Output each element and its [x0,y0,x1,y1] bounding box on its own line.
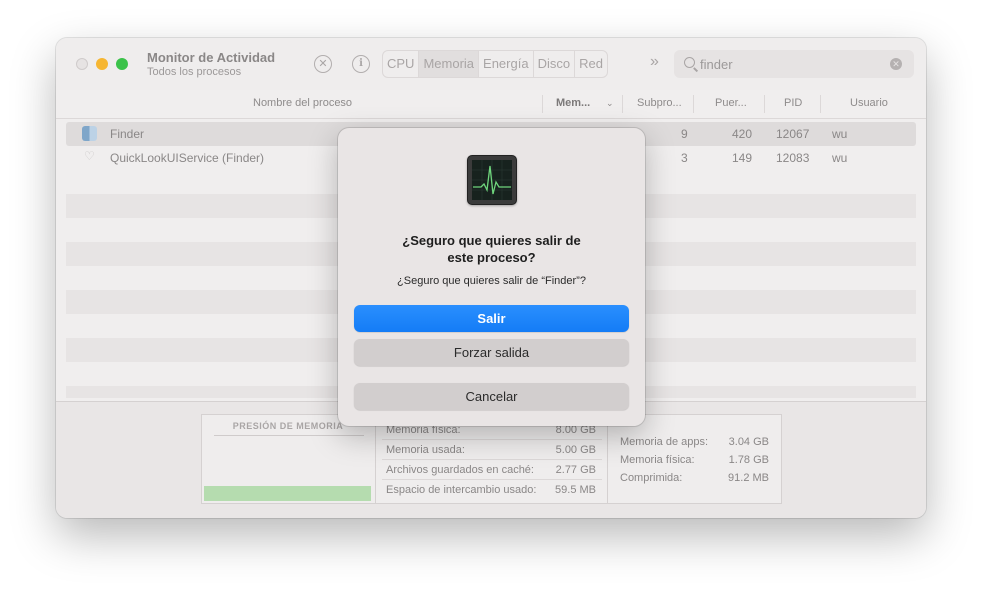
search-input[interactable] [700,54,880,74]
sort-descending-icon: ⌄ [606,98,614,108]
zoom-window-button[interactable] [116,58,128,70]
divider [382,479,602,480]
tab-disco[interactable]: Disco [534,51,576,77]
quit-button[interactable]: Salir [354,305,629,332]
process-name: Finder [110,127,145,141]
column-ports[interactable]: Puer... [715,97,747,109]
activity-monitor-app-icon [467,155,517,205]
dialog-title: ¿Seguro que quieres salir de este proces… [338,232,645,266]
finder-icon [82,126,97,141]
dialog-message: ¿Seguro que quieres salir de “Finder”? [397,275,586,287]
close-window-button[interactable] [76,58,88,70]
divider [382,439,602,440]
tab-cpu[interactable]: CPU [383,51,420,77]
toolbar: Monitor de Actividad Todos los procesos … [56,38,926,91]
heartbeat-graph-icon [472,160,512,200]
column-process-name[interactable]: Nombre del proceso [253,97,352,109]
column-memory[interactable]: Mem... [556,97,590,109]
divider [382,459,602,460]
column-user[interactable]: Usuario [850,97,888,109]
column-threads[interactable]: Subpro... [637,97,682,109]
divider [375,415,376,503]
process-name: QuickLookUIService (Finder) [110,151,265,165]
window-subtitle: Todos los procesos [147,66,242,78]
app-icon-screen [472,160,512,200]
column-divider [820,95,821,113]
column-divider [622,95,623,113]
tab-energia[interactable]: Energía [479,51,534,77]
memory-pressure-graph [204,486,371,501]
minimize-window-button[interactable] [96,58,108,70]
ports-value: 420 [732,127,753,141]
user-value: wu [832,127,848,141]
ports-value: 149 [732,151,753,165]
search-icon [684,57,695,68]
threads-value: 9 [681,127,688,141]
stop-process-icon[interactable]: ✕ [314,55,332,73]
divider [214,435,364,436]
more-toolbar-items-icon[interactable]: » [650,53,659,71]
quicklook-icon [82,149,97,165]
column-divider [693,95,694,113]
tab-red[interactable]: Red [575,51,607,77]
threads-value: 3 [681,151,688,165]
user-value: wu [832,151,848,165]
column-pid[interactable]: PID [784,97,802,109]
memory-stats-box: PRESIÓN DE MEMORIA Memoria física: 8.00 … [201,414,782,504]
column-divider [542,95,543,113]
quit-process-dialog: ¿Seguro que quieres salir de este proces… [338,128,645,426]
category-tabs: CPU Memoria Energía Disco Red [382,50,608,78]
cancel-button[interactable]: Cancelar [354,383,629,410]
dialog-title-line: este proceso? [447,250,536,265]
info-icon[interactable]: i [352,55,370,73]
clear-search-icon[interactable]: ✕ [890,58,902,70]
search-field: ✕ [674,50,914,78]
pid-value: 12083 [776,151,810,165]
column-divider [764,95,765,113]
force-quit-button[interactable]: Forzar salida [354,339,629,366]
pid-value: 12067 [776,127,810,141]
window-title: Monitor de Actividad [147,50,276,65]
tab-memoria[interactable]: Memoria [419,51,480,77]
dialog-title-line: ¿Seguro que quieres salir de [402,233,581,248]
divider [607,415,608,503]
table-header: Nombre del proceso Mem... ⌄ Subpro... Pu… [56,90,926,119]
